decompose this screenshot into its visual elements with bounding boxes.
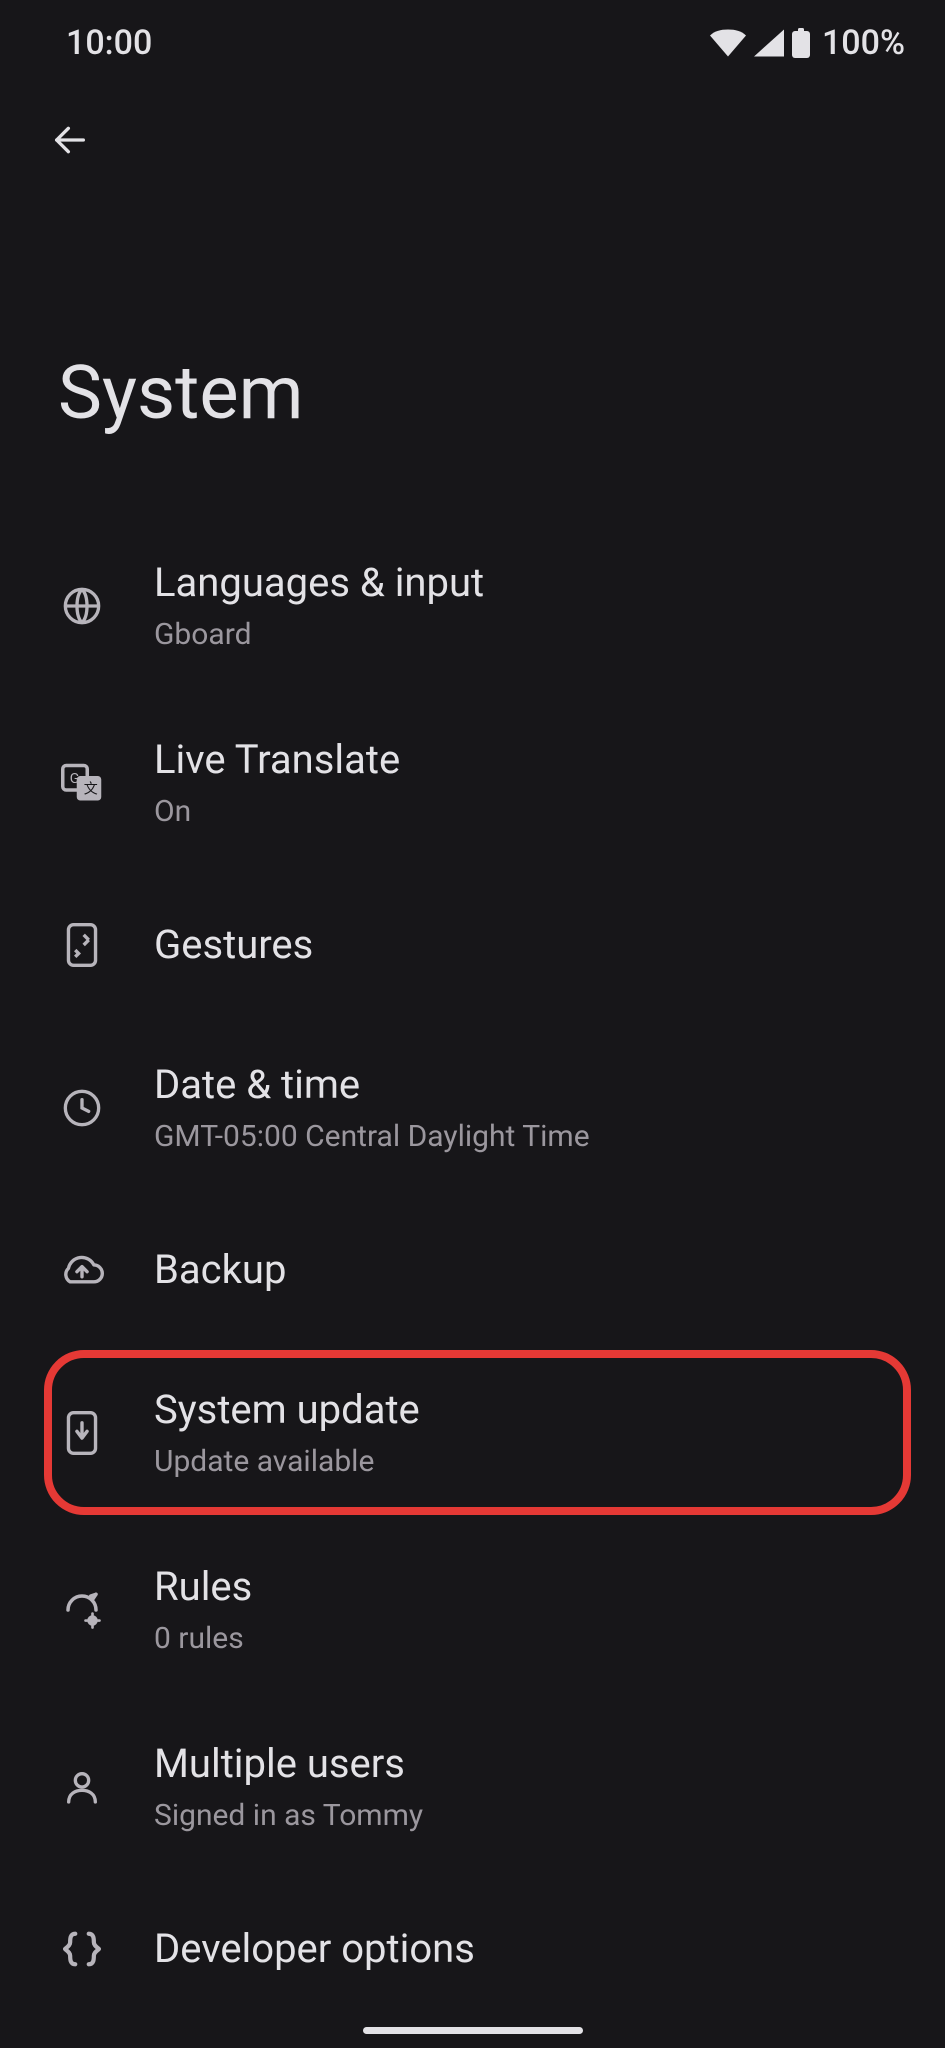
item-title: Gestures xyxy=(154,919,313,971)
settings-item-system-update[interactable]: System update Update available xyxy=(0,1344,945,1521)
wifi-icon xyxy=(710,29,746,57)
settings-item-languages-input[interactable]: Languages & input Gboard xyxy=(0,517,945,694)
item-subtitle: On xyxy=(154,792,400,831)
item-title: Live Translate xyxy=(154,734,400,786)
phone-download-icon xyxy=(60,1411,104,1455)
settings-item-date-time[interactable]: Date & time GMT-05:00 Central Daylight T… xyxy=(0,1019,945,1196)
item-title: Languages & input xyxy=(154,557,484,609)
item-subtitle: Signed in as Tommy xyxy=(154,1796,423,1835)
item-title: Rules xyxy=(154,1561,252,1613)
settings-item-backup[interactable]: Backup xyxy=(0,1196,945,1344)
item-subtitle: Update available xyxy=(154,1442,420,1481)
item-title: System update xyxy=(154,1384,420,1436)
status-time: 10:00 xyxy=(66,23,152,63)
item-subtitle: Gboard xyxy=(154,615,484,654)
back-button[interactable] xyxy=(40,110,100,170)
rules-icon xyxy=(60,1588,104,1632)
cloud-upload-icon xyxy=(60,1248,104,1292)
item-title: Developer options xyxy=(154,1923,475,1975)
clock-icon xyxy=(60,1086,104,1130)
item-subtitle: GMT-05:00 Central Daylight Time xyxy=(154,1117,590,1156)
svg-text:文: 文 xyxy=(84,781,98,797)
status-bar: 10:00 100% xyxy=(0,0,945,80)
settings-item-developer-options[interactable]: Developer options xyxy=(0,1875,945,2023)
gestures-icon xyxy=(60,923,104,967)
page-title: System xyxy=(0,170,945,517)
settings-item-rules[interactable]: Rules 0 rules xyxy=(0,1521,945,1698)
settings-list: Languages & input Gboard G文 Live Transla… xyxy=(0,517,945,2023)
braces-icon xyxy=(60,1927,104,1971)
settings-item-multiple-users[interactable]: Multiple users Signed in as Tommy xyxy=(0,1698,945,1875)
navigation-indicator xyxy=(363,2027,583,2034)
translate-icon: G文 xyxy=(60,761,104,805)
battery-percentage: 100% xyxy=(822,23,905,63)
settings-item-gestures[interactable]: Gestures xyxy=(0,871,945,1019)
item-title: Multiple users xyxy=(154,1738,423,1790)
item-title: Date & time xyxy=(154,1059,590,1111)
settings-item-live-translate[interactable]: G文 Live Translate On xyxy=(0,694,945,871)
cellular-icon xyxy=(754,29,784,57)
battery-icon xyxy=(792,28,810,58)
item-title: Backup xyxy=(154,1244,286,1296)
status-icons: 100% xyxy=(710,23,905,63)
person-icon xyxy=(60,1765,104,1809)
globe-icon xyxy=(60,584,104,628)
item-subtitle: 0 rules xyxy=(154,1619,252,1658)
arrow-left-icon xyxy=(50,120,90,160)
